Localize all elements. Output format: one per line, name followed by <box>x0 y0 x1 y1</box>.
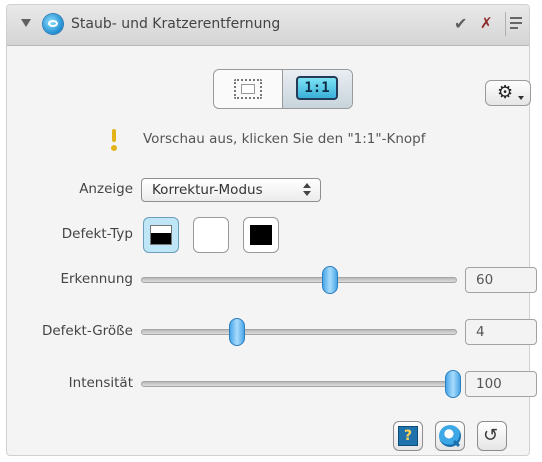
defekt-typ-label: Defekt-Typ <box>61 226 133 242</box>
erkennung-slider-thumb[interactable] <box>321 266 338 294</box>
preview-button[interactable] <box>435 421 465 451</box>
defekt-groesse-value: 4 <box>476 324 485 340</box>
erkennung-slider-track[interactable] <box>141 277 457 283</box>
panel-title: Staub- und Kratzerentfernung <box>71 16 281 32</box>
anzeige-selected-value: Korrektur-Modus <box>152 182 263 198</box>
intensitaet-label: Intensität <box>68 375 133 391</box>
help-icon: ? <box>398 426 418 446</box>
show-frame-button[interactable] <box>214 70 283 108</box>
panel-titlebar: Staub- und Kratzerentfernung ✔ ✗ <box>7 5 529 46</box>
defekt-groesse-value-field[interactable]: 4 <box>465 319 537 345</box>
filter-logo-icon <box>43 14 63 34</box>
erkennung-value: 60 <box>476 272 494 288</box>
intensitaet-slider-track[interactable] <box>141 381 457 387</box>
defekt-groesse-slider-thumb[interactable] <box>229 318 246 346</box>
black-defect-icon <box>250 225 272 245</box>
one-to-one-label: 1:1 <box>296 76 338 100</box>
preview-mode-toggle: 1:1 <box>213 69 353 109</box>
erkennung-value-field[interactable]: 60 <box>465 267 537 293</box>
dust-scratch-panel: Staub- und Kratzerentfernung ✔ ✗ 1:1 ⚙ V… <box>6 4 537 456</box>
show-frame-icon <box>234 79 262 99</box>
erkennung-label: Erkennung <box>60 271 133 287</box>
close-icon[interactable]: ✗ <box>480 14 493 32</box>
exclamation-icon <box>107 129 121 151</box>
select-arrows-icon <box>302 182 312 198</box>
anzeige-label: Anzeige <box>79 181 133 197</box>
dark-defect-on-light-icon <box>150 225 172 245</box>
defekt-typ-black-button[interactable] <box>243 217 279 253</box>
one-to-one-button[interactable]: 1:1 <box>283 70 352 108</box>
intensitaet-value-field[interactable]: 100 <box>465 371 537 397</box>
white-defect-icon <box>200 225 222 245</box>
preview-icon <box>439 425 461 447</box>
reset-button[interactable]: ↺ <box>477 421 507 451</box>
gear-icon: ⚙ <box>497 82 514 103</box>
preview-off-message: Vorschau aus, klicken Sie den "1:1"-Knop… <box>143 131 426 147</box>
panel-menu-icon[interactable] <box>508 14 524 32</box>
intensitaet-value: 100 <box>476 376 502 392</box>
intensitaet-slider-thumb[interactable] <box>445 370 461 398</box>
reset-icon: ↺ <box>483 425 499 446</box>
titlebar-divider <box>505 12 506 36</box>
help-button[interactable]: ? <box>393 421 423 451</box>
defekt-groesse-slider-track[interactable] <box>141 329 457 335</box>
checkmark-icon[interactable]: ✔ <box>454 14 467 33</box>
anzeige-select[interactable]: Korrektur-Modus <box>141 178 321 202</box>
disclosure-triangle-icon[interactable] <box>21 19 31 27</box>
settings-menu-button[interactable]: ⚙ <box>485 80 531 106</box>
defekt-groesse-label: Defekt-Größe <box>41 323 133 339</box>
defekt-typ-white-button[interactable] <box>193 217 229 253</box>
dropdown-caret-icon <box>518 96 524 100</box>
defekt-typ-dark-button[interactable] <box>143 217 179 253</box>
